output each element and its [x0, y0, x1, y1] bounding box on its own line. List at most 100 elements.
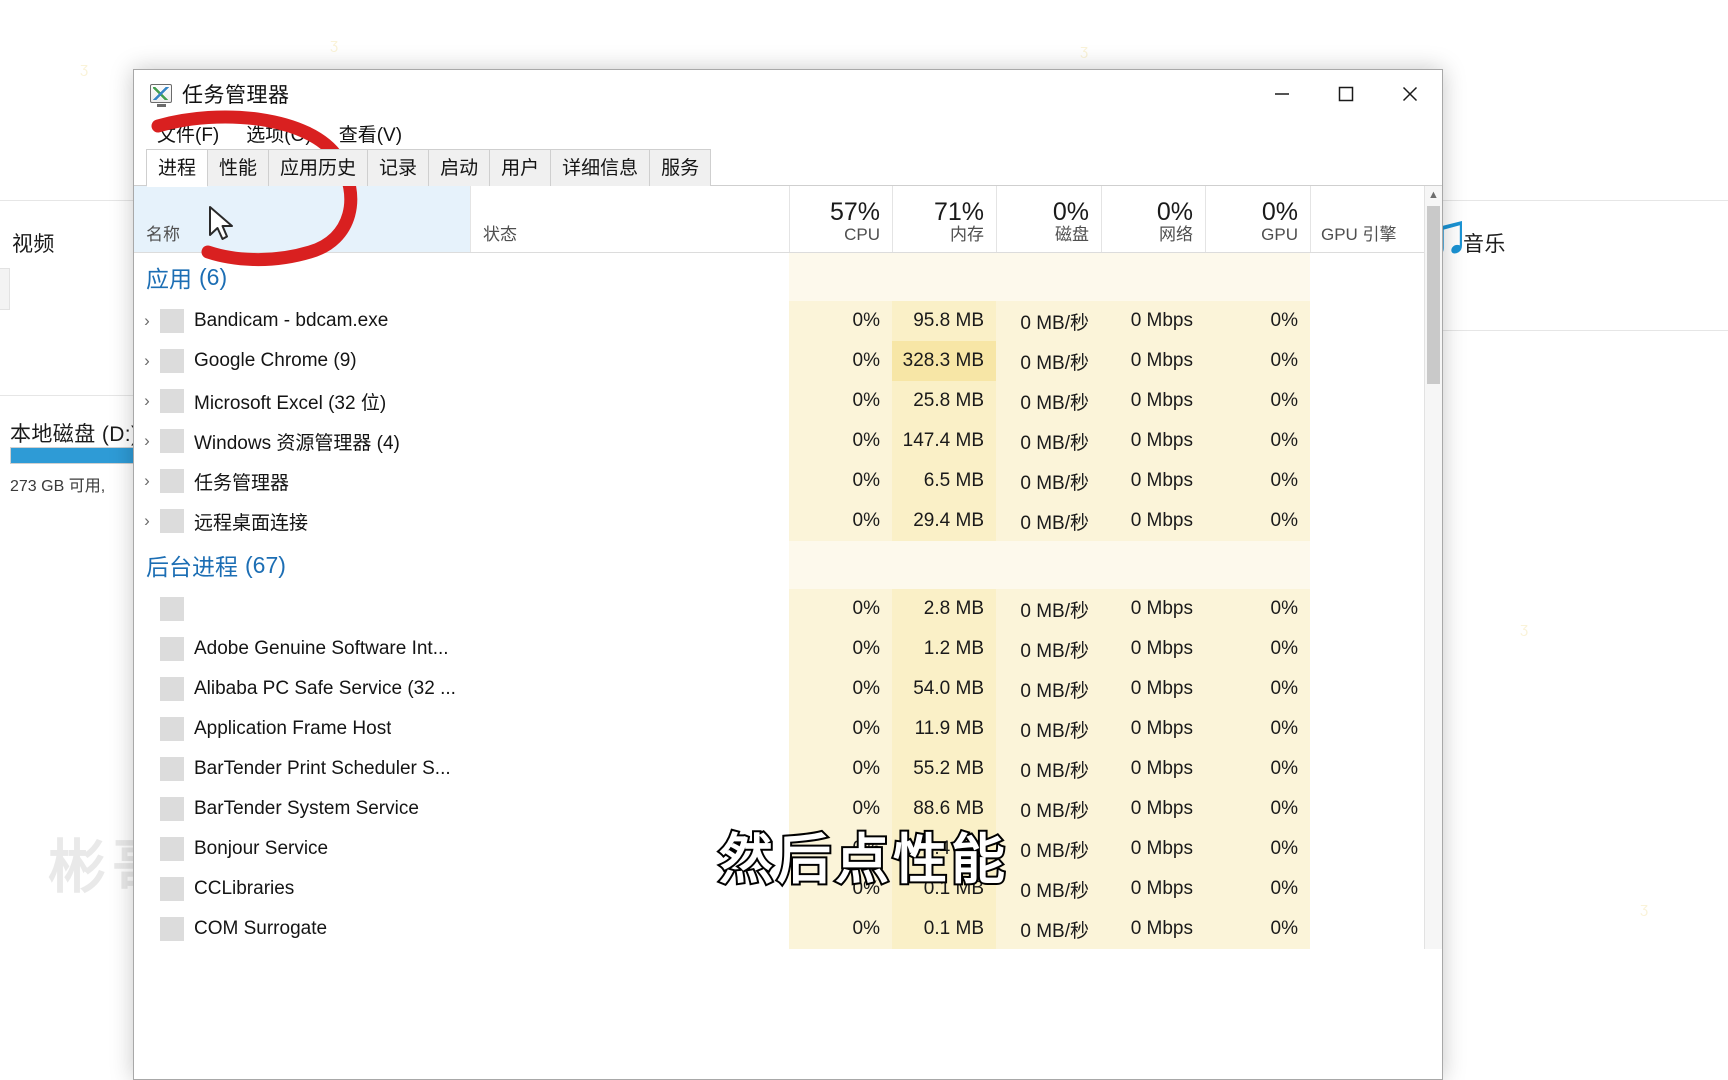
tab-startup[interactable]: 启动: [428, 149, 491, 186]
table-row[interactable]: › Microsoft Excel (32 位) 0% 25.8 MB 0 MB…: [134, 381, 1442, 421]
process-icon: [160, 349, 184, 373]
tab-processes[interactable]: 进程: [146, 149, 209, 187]
menu-item-view[interactable]: 查看(V): [328, 117, 413, 150]
expand-chevron-icon[interactable]: ›: [134, 391, 160, 411]
cpu-value: 0%: [789, 749, 892, 789]
tab-app-history[interactable]: 应用历史: [268, 149, 369, 186]
scrollbar-thumb[interactable]: [1427, 206, 1440, 384]
table-row[interactable]: Application Frame Host 0% 11.9 MB 0 MB/秒…: [134, 709, 1442, 749]
titlebar[interactable]: 任务管理器: [134, 70, 1442, 117]
gpu-value: 0%: [1205, 461, 1310, 501]
expand-chevron-icon[interactable]: ›: [134, 311, 160, 331]
minimize-icon[interactable]: [1250, 70, 1314, 117]
column-header-disk[interactable]: 0% 磁盘: [996, 186, 1101, 252]
column-header-network[interactable]: 0% 网络: [1101, 186, 1205, 252]
tab-users[interactable]: 用户: [489, 149, 552, 186]
process-icon: [160, 309, 184, 333]
process-icon: [160, 509, 184, 533]
table-row[interactable]: › 远程桌面连接 0% 29.4 MB 0 MB/秒 0 Mbps 0%: [134, 501, 1442, 541]
table-row[interactable]: Adobe Genuine Software Int... 0% 1.2 MB …: [134, 629, 1442, 669]
gpu-engine-value: [1310, 629, 1442, 669]
network-value: 0 Mbps: [1101, 909, 1205, 949]
close-icon[interactable]: [1378, 70, 1442, 117]
gpu-engine-value: [1310, 381, 1442, 421]
process-name: 任务管理器: [194, 472, 290, 494]
table-row[interactable]: › Windows 资源管理器 (4) 0% 147.4 MB 0 MB/秒 0…: [134, 421, 1442, 461]
network-value: 0 Mbps: [1101, 301, 1205, 341]
table-row[interactable]: COM Surrogate 0% 0.1 MB 0 MB/秒 0 Mbps 0%: [134, 909, 1442, 949]
column-header-name[interactable]: 名称: [134, 186, 470, 252]
column-header-status[interactable]: 状态: [470, 186, 789, 252]
disk-value: 0 MB/秒: [996, 589, 1101, 629]
table-row[interactable]: Alibaba PC Safe Service (32 ... 0% 54.0 …: [134, 669, 1442, 709]
group-memory-cell: [892, 253, 996, 301]
table-row[interactable]: BarTender Print Scheduler S... 0% 55.2 M…: [134, 749, 1442, 789]
gpu-engine-value: [1310, 909, 1442, 949]
gpu-value: 0%: [1205, 589, 1310, 629]
table-row[interactable]: › Google Chrome (9) 0% 328.3 MB 0 MB/秒 0…: [134, 341, 1442, 381]
cpu-value: 0%: [789, 381, 892, 421]
expand-chevron-icon[interactable]: ›: [134, 431, 160, 451]
cpu-value: 0%: [789, 909, 892, 949]
scroll-up-icon[interactable]: ▲: [1425, 186, 1442, 204]
cpu-value: 0%: [789, 461, 892, 501]
expand-chevron-icon[interactable]: ›: [134, 351, 160, 371]
group-header-apps[interactable]: 应用 (6): [134, 253, 1442, 301]
tab-performance[interactable]: 性能: [207, 149, 270, 186]
network-value: 0 Mbps: [1101, 461, 1205, 501]
group-disk-cell: [996, 253, 1101, 301]
group-count-background: (67): [245, 551, 286, 578]
table-row[interactable]: › 任务管理器 0% 6.5 MB 0 MB/秒 0 Mbps 0%: [134, 461, 1442, 501]
menu-item-file[interactable]: 文件(F): [146, 117, 230, 150]
tab-services[interactable]: 服务: [649, 149, 712, 186]
cpu-value: 0%: [789, 341, 892, 381]
expand-chevron-icon[interactable]: ›: [134, 511, 160, 531]
column-header-memory[interactable]: 71% 内存: [892, 186, 996, 252]
bg-speck: ʒ: [1520, 620, 1529, 637]
column-header-gpu[interactable]: 0% GPU: [1205, 186, 1310, 252]
task-manager-window[interactable]: 任务管理器 文件(F) 选项(O) 查看(V) 进程 性能 应用历史 记录 启动…: [133, 69, 1443, 1080]
network-value: 0 Mbps: [1101, 709, 1205, 749]
gpu-engine-value: [1310, 341, 1442, 381]
network-total-pct: 0%: [1156, 198, 1193, 227]
bg-speck: ʒ: [1640, 900, 1649, 917]
table-row[interactable]: 0% 2.8 MB 0 MB/秒 0 Mbps 0%: [134, 589, 1442, 629]
process-icon: [160, 917, 184, 941]
process-icon: [160, 429, 184, 453]
process-name: Application Frame Host: [194, 718, 392, 739]
gpu-engine-value: [1310, 501, 1442, 541]
tabstrip[interactable]: 进程 性能 应用历史 记录 启动 用户 详细信息 服务: [134, 149, 1442, 187]
process-name: BarTender Print Scheduler S...: [194, 758, 451, 779]
group-network-cell: [1101, 541, 1205, 589]
desktop-disk-label: 本地磁盘 (D:): [10, 423, 139, 446]
network-value: 0 Mbps: [1101, 589, 1205, 629]
menu-item-options[interactable]: 选项(O): [235, 117, 322, 150]
network-value: 0 Mbps: [1101, 629, 1205, 669]
expand-chevron-icon[interactable]: ›: [134, 471, 160, 491]
cpu-value: 0%: [789, 501, 892, 541]
memory-value: 29.4 MB: [892, 501, 996, 541]
table-row[interactable]: › Bandicam - bdcam.exe 0% 95.8 MB 0 MB/秒…: [134, 301, 1442, 341]
disk-value: 0 MB/秒: [996, 301, 1101, 341]
maximize-icon[interactable]: [1314, 70, 1378, 117]
memory-value: 0.1 MB: [892, 909, 996, 949]
memory-value: 54.0 MB: [892, 669, 996, 709]
process-icon: [160, 677, 184, 701]
group-label-apps: 应用: [146, 266, 192, 292]
tab-details[interactable]: 详细信息: [550, 149, 651, 186]
group-gpueng-cell: [1310, 253, 1442, 301]
column-header-cpu[interactable]: 57% CPU: [789, 186, 892, 252]
column-header-gpu-engine[interactable]: GPU 引擎: [1310, 186, 1442, 252]
tab-history-cont[interactable]: 记录: [367, 149, 430, 186]
disk-value: 0 MB/秒: [996, 749, 1101, 789]
group-header-background[interactable]: 后台进程 (67): [134, 541, 1442, 589]
memory-total-pct: 71%: [933, 198, 984, 227]
table-header-row[interactable]: 名称 状态 57% CPU 71% 内存 0% 磁盘 0% 网络 0% GPU …: [134, 186, 1442, 253]
memory-value: 2.8 MB: [892, 589, 996, 629]
cpu-value: 0%: [789, 301, 892, 341]
menubar[interactable]: 文件(F) 选项(O) 查看(V): [134, 117, 1442, 150]
disk-value: 0 MB/秒: [996, 421, 1101, 461]
disk-value: 0 MB/秒: [996, 461, 1101, 501]
disk-free-label: 273 GB 可用,: [10, 478, 106, 495]
window-controls[interactable]: [1250, 70, 1442, 117]
